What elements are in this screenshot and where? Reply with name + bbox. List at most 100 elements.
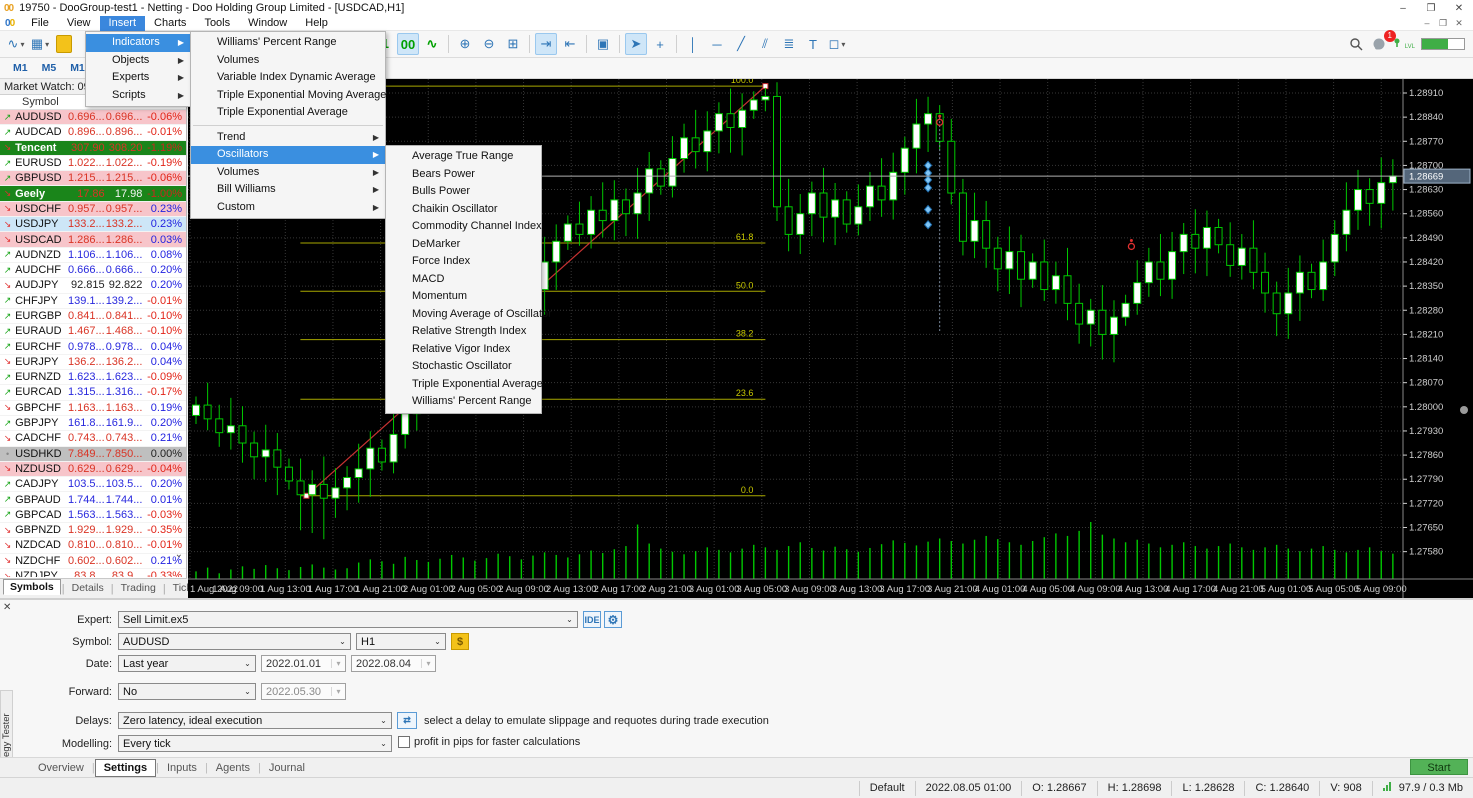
oscillator-item-force-index[interactable]: Force Index [386, 253, 541, 271]
indicator-item-volumes[interactable]: Volumes▶ [191, 164, 385, 182]
text-button[interactable]: T [802, 33, 824, 55]
vertical-line-button[interactable]: │ [682, 33, 704, 55]
market-watch-row[interactable]: ↘AUDJPY92.81592.8220.20% [0, 278, 186, 293]
menu-tools[interactable]: Tools [195, 16, 239, 31]
market-watch-row[interactable]: ↗EURUSD1.022...1.022...-0.19% [0, 156, 186, 171]
oscillator-item-chaikin-oscillator[interactable]: Chaikin Oscillator [386, 201, 541, 219]
gear-icon[interactable]: ⚙ [604, 611, 622, 628]
chart-minimize-icon[interactable]: – [1419, 18, 1435, 29]
market-watch-row[interactable]: ↘Tencent307.90308.20-1.19% [0, 141, 186, 156]
market-watch-row[interactable]: •USDHKD7.849...7.850...0.00% [0, 447, 186, 462]
menu-help[interactable]: Help [296, 16, 337, 31]
timeframe-m1[interactable]: M1 [6, 61, 35, 75]
new-order-button[interactable] [56, 35, 72, 53]
tester-tab-settings[interactable]: Settings [95, 759, 156, 777]
cursor-button[interactable]: ➤ [625, 33, 647, 55]
market-watch-row[interactable]: ↗CHFJPY139.1...139.2...-0.01% [0, 294, 186, 309]
start-button[interactable]: Start [1410, 759, 1468, 775]
oscillator-item-stochastic-oscillator[interactable]: Stochastic Oscillator [386, 358, 541, 376]
trendline-button[interactable]: ╱ [730, 33, 752, 55]
oscillator-item-relative-strength-index[interactable]: Relative Strength Index [386, 323, 541, 341]
market-watch-row[interactable]: ↗AUDCAD0.896...0.896...-0.01% [0, 125, 186, 140]
profit-in-pips-checkbox[interactable]: profit in pips for faster calculations [398, 736, 580, 748]
timeframe-m5[interactable]: M5 [35, 61, 64, 75]
period-select[interactable]: H1⌄ [356, 633, 446, 650]
crosshair-button[interactable]: + [649, 33, 671, 55]
menu-file[interactable]: File [22, 16, 58, 31]
delays-select[interactable]: Zero latency, ideal execution⌄ [118, 712, 392, 729]
oscillator-item-commodity-channel-index[interactable]: Commodity Channel Index [386, 218, 541, 236]
indicator-item-trend[interactable]: Trend▶ [191, 129, 385, 147]
market-watch-row[interactable]: ↗AUDCHF0.666...0.666...0.20% [0, 263, 186, 278]
profile-status[interactable]: Default [859, 781, 915, 796]
restore-button[interactable]: ❐ [1417, 1, 1445, 16]
zoom-in-button[interactable]: ⊕ [454, 33, 476, 55]
market-watch-row[interactable]: ↗GBPCAD1.563...1.563...-0.03% [0, 508, 186, 523]
indicator-item-triple-exponential-average[interactable]: Triple Exponential Average [191, 104, 385, 122]
menu-item-experts[interactable]: Experts▶ [86, 69, 190, 87]
screenshot-button[interactable]: ▣ [592, 33, 614, 55]
auto-scroll-button[interactable]: ⇥ [535, 33, 557, 55]
market-watch-row[interactable]: ↗EURAUD1.467...1.468...-0.10% [0, 324, 186, 339]
zoom-out-button[interactable]: ⊖ [478, 33, 500, 55]
indicator-item-bill-williams[interactable]: Bill Williams▶ [191, 181, 385, 199]
chart-restore-icon[interactable]: ❐ [1435, 18, 1451, 29]
menu-item-objects[interactable]: Objects▶ [86, 52, 190, 70]
indicator-item-variable-index-dynamic-average[interactable]: Variable Index Dynamic Average [191, 69, 385, 87]
market-watch-row[interactable]: ↗EURCAD1.315...1.316...-0.17% [0, 385, 186, 400]
market-watch-row[interactable]: ↘Geely17.8617.98-1.00% [0, 186, 186, 201]
profiles-dropdown[interactable]: ▦▾ [29, 33, 51, 55]
oscillator-item-bears-power[interactable]: Bears Power [386, 166, 541, 184]
indicator-item-volumes[interactable]: Volumes [191, 52, 385, 70]
horizontal-line-button[interactable]: ─ [706, 33, 728, 55]
market-watch-row[interactable]: ↗AUDNZD1.106...1.106...0.08% [0, 248, 186, 263]
market-watch-row[interactable]: ↗CADJPY103.5...103.5...0.20% [0, 477, 186, 492]
market-watch-row[interactable]: ↘NZDCAD0.810...0.810...-0.01% [0, 538, 186, 553]
close-button[interactable]: ✕ [1445, 1, 1473, 16]
chart-style-dropdown[interactable]: ∿▾ [5, 33, 27, 55]
minimize-button[interactable]: – [1389, 1, 1417, 16]
line-chart-button[interactable]: ∿ [421, 33, 443, 55]
menu-window[interactable]: Window [239, 16, 296, 31]
oscillator-item-moving-average-of-oscillator[interactable]: Moving Average of Oscillator [386, 306, 541, 324]
market-watch-row[interactable]: ↘GBPNZD1.929...1.929...-0.35% [0, 523, 186, 538]
objects-dropdown-button[interactable]: ◻▾ [826, 33, 848, 55]
market-watch-row[interactable]: ↘USDCAD1.286...1.286...0.03% [0, 232, 186, 247]
close-icon[interactable]: ✕ [3, 602, 11, 613]
oscillator-item-bulls-power[interactable]: Bulls Power [386, 183, 541, 201]
market-watch-row[interactable]: ↘GBPCHF1.163...1.163...0.19% [0, 401, 186, 416]
modelling-select[interactable]: Every tick⌄ [118, 735, 392, 752]
market-watch-row[interactable]: ↘CADCHF0.743...0.743...0.21% [0, 431, 186, 446]
market-watch-row[interactable]: ↘NZDCHF0.602...0.602...0.21% [0, 554, 186, 569]
cycle-lines-button[interactable]: ≣ [778, 33, 800, 55]
oscillator-item-average-true-range[interactable]: Average True Range [386, 148, 541, 166]
market-watch-row[interactable]: ↘USDJPY133.2...133.2...0.23% [0, 217, 186, 232]
chart-close-icon[interactable]: ✕ [1451, 18, 1467, 29]
tester-tab-journal[interactable]: Journal [261, 760, 313, 776]
date-to-field[interactable]: 2022.08.04▾ [351, 655, 436, 672]
menu-item-indicators[interactable]: Indicators▶ [86, 34, 190, 52]
notifications-icon[interactable]: 1 [1369, 33, 1391, 55]
oscillator-item-momentum[interactable]: Momentum [386, 288, 541, 306]
market-watch-row[interactable]: ↘EURJPY136.2...136.2...0.04% [0, 355, 186, 370]
expert-select[interactable]: Sell Limit.ex5⌄ [118, 611, 578, 628]
menu-charts[interactable]: Charts [145, 16, 195, 31]
market-watch-row[interactable]: ↗GBPJPY161.8...161.9...0.20% [0, 416, 186, 431]
oscillator-item-relative-vigor-index[interactable]: Relative Vigor Index [386, 341, 541, 359]
market-watch-tab-symbols[interactable]: Symbols [3, 579, 61, 595]
oscillator-item-demarker[interactable]: DeMarker [386, 236, 541, 254]
ide-button[interactable]: IDE [583, 611, 601, 628]
indicator-item-triple-exponential-moving-average[interactable]: Triple Exponential Moving Average [191, 87, 385, 105]
market-watch-row[interactable]: ↘NZDUSD0.629...0.629...-0.04% [0, 462, 186, 477]
forward-select[interactable]: No⌄ [118, 683, 256, 700]
oscillator-item-triple-exponential-average[interactable]: Triple Exponential Average [386, 376, 541, 394]
candlestick-chart-button[interactable]: 00 [397, 33, 419, 55]
oscillator-item-williams-percent-range[interactable]: Williams' Percent Range [386, 393, 541, 411]
date-mode-select[interactable]: Last year⌄ [118, 655, 256, 672]
menu-insert[interactable]: Insert [100, 16, 146, 31]
tester-tab-overview[interactable]: Overview [30, 760, 92, 776]
delay-settings-icon[interactable]: ⇄ [397, 712, 417, 729]
menu-item-scripts[interactable]: Scripts▶ [86, 87, 190, 105]
indicator-item-williams-percent-range[interactable]: Williams' Percent Range [191, 34, 385, 52]
market-watch-row[interactable]: ↘USDCHF0.957...0.957...0.23% [0, 202, 186, 217]
